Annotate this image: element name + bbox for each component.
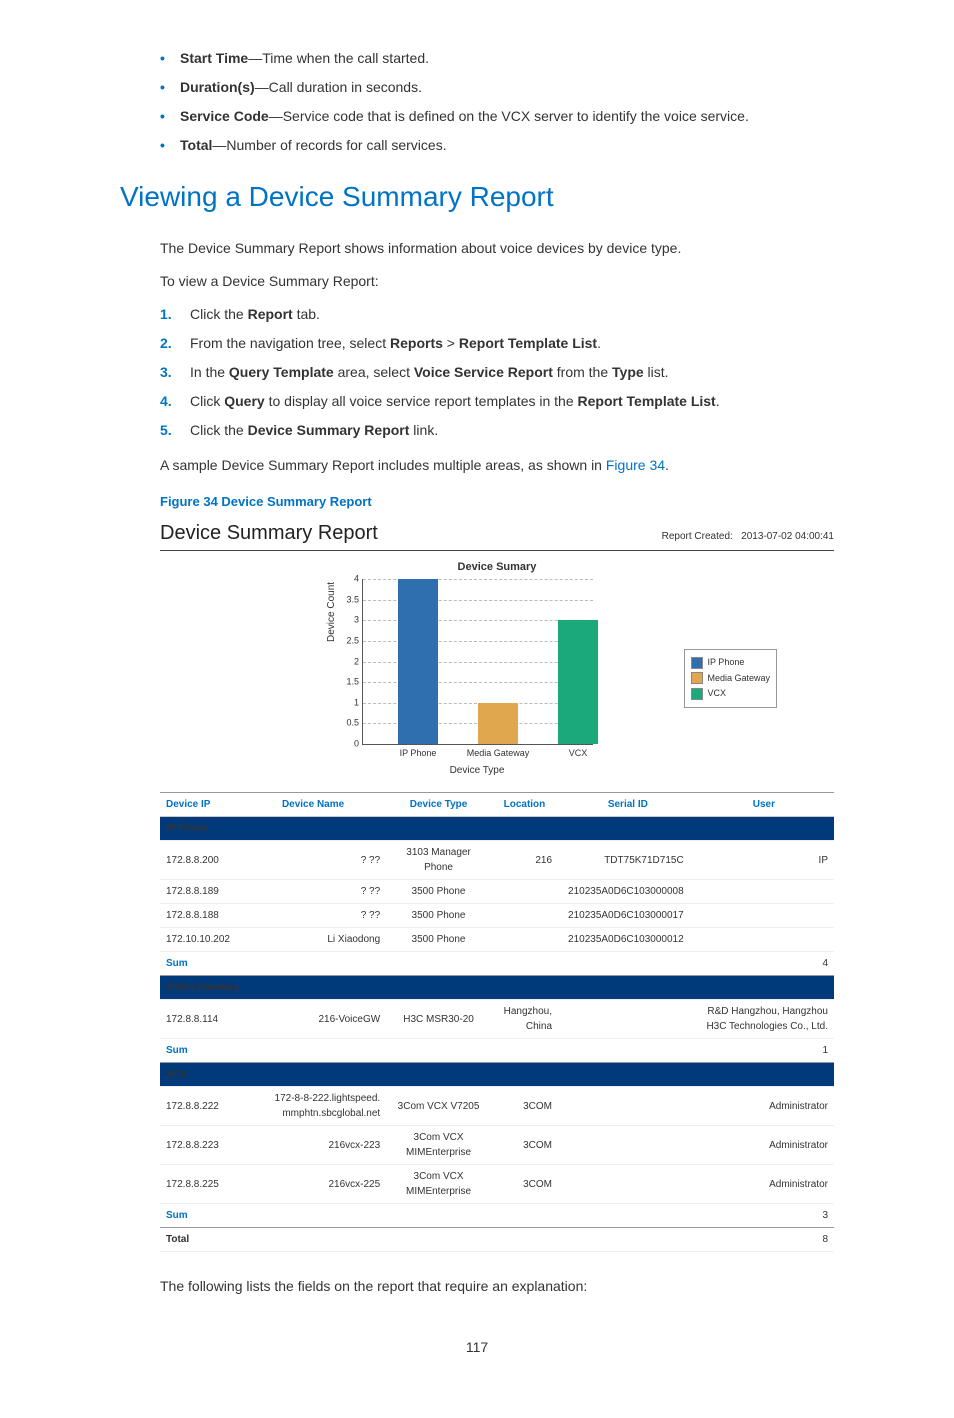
table-header-row: Device IP Device Name Device Type Locati… — [160, 793, 834, 817]
bullet-duration: Duration(s)—Call duration in seconds. — [160, 77, 834, 98]
report-created: Report Created: 2013-07-02 04:00:41 — [662, 529, 834, 544]
group-header: IP Phone — [160, 817, 834, 841]
steps-list: Click the Report tab. From the navigatio… — [160, 304, 834, 441]
bar-media-gateway — [478, 703, 518, 744]
step-2: From the navigation tree, select Reports… — [160, 333, 834, 354]
sum-row: Sum3 — [160, 1204, 834, 1228]
y-axis-label: Device Count — [324, 582, 339, 642]
intro-para-2: To view a Device Summary Report: — [160, 271, 834, 292]
sample-line: A sample Device Summary Report includes … — [160, 455, 834, 476]
figure-caption: Figure 34 Device Summary Report — [160, 492, 834, 512]
col-device-type: Device Type — [390, 793, 487, 817]
col-device-ip: Device IP — [160, 793, 236, 817]
report-title: Device Summary Report — [160, 518, 378, 548]
table-row: 172.8.8.114216-VoiceGWH3C MSR30-20Hangzh… — [160, 1000, 834, 1039]
col-device-name: Device Name — [236, 793, 390, 817]
sum-row: Sum4 — [160, 952, 834, 976]
table-row: 172.8.8.189? ??3500 Phone210235A0D6C1030… — [160, 880, 834, 904]
intro-bullets: Start Time—Time when the call started. D… — [120, 48, 834, 156]
table-row: 172.8.8.225216vcx-2253Com VCX MIMEnterpr… — [160, 1165, 834, 1204]
table-row: 172.8.8.222172-8-8-222.lightspeed. mmpht… — [160, 1087, 834, 1126]
intro-para-1: The Device Summary Report shows informat… — [160, 238, 834, 259]
group-header: Media Gateway — [160, 976, 834, 1000]
step-1: Click the Report tab. — [160, 304, 834, 325]
table-row: 172.8.8.200? ??3103 Manager Phone216TDT7… — [160, 841, 834, 880]
sum-row: Sum1 — [160, 1039, 834, 1063]
chart-legend: IP Phone Media Gateway VCX — [684, 649, 777, 708]
table-row: 172.8.8.223216vcx-2233Com VCX MIMEnterpr… — [160, 1126, 834, 1165]
col-user: User — [694, 793, 834, 817]
col-location: Location — [487, 793, 562, 817]
closing-para: The following lists the fields on the re… — [160, 1276, 834, 1297]
total-row: Total8 — [160, 1228, 834, 1252]
x-axis-label: Device Type — [362, 763, 592, 778]
col-serial-id: Serial ID — [562, 793, 694, 817]
bullet-total: Total—Number of records for call service… — [160, 135, 834, 156]
group-header: VCX — [160, 1063, 834, 1087]
report-figure: Device Summary Report Report Created: 20… — [160, 518, 834, 1253]
step-4: Click Query to display all voice service… — [160, 391, 834, 412]
step-3: In the Query Template area, select Voice… — [160, 362, 834, 383]
figure-link[interactable]: Figure 34 — [606, 457, 665, 473]
bullet-start-time: Start Time—Time when the call started. — [160, 48, 834, 69]
device-summary-chart: Device Sumary Device Count 00.511.522.53… — [332, 559, 662, 779]
page-number: 117 — [120, 1337, 834, 1358]
table-row: 172.8.8.188? ??3500 Phone210235A0D6C1030… — [160, 904, 834, 928]
bar-vcx — [558, 620, 598, 744]
report-table: Device IP Device Name Device Type Locati… — [160, 792, 834, 1252]
step-5: Click the Device Summary Report link. — [160, 420, 834, 441]
table-row: 172.10.10.202Li Xiaodong3500 Phone210235… — [160, 928, 834, 952]
chart-title: Device Sumary — [332, 559, 662, 576]
bar-ip-phone — [398, 579, 438, 744]
section-heading: Viewing a Device Summary Report — [120, 176, 834, 218]
bullet-service-code: Service Code—Service code that is define… — [160, 106, 834, 127]
